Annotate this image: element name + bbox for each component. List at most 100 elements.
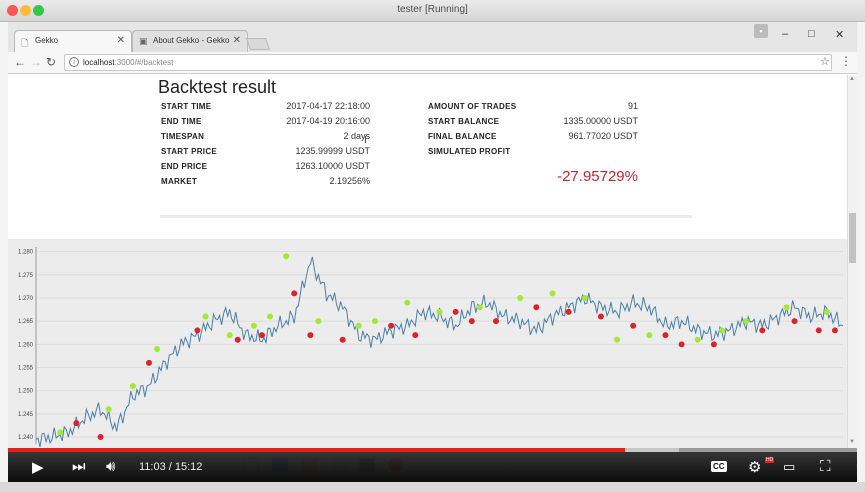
- y-tick-label: 1.270: [18, 296, 34, 302]
- menu-dots-icon[interactable]: ⋮: [840, 54, 852, 68]
- y-tick-label: 1.275: [18, 273, 34, 279]
- user-profile-icon[interactable]: ▪: [754, 24, 768, 38]
- sell-marker: [710, 341, 717, 348]
- scroll-up-icon[interactable]: ▲: [849, 76, 855, 82]
- maximize-icon[interactable]: □: [808, 28, 815, 40]
- theater-mode-icon[interactable]: ▭: [783, 459, 795, 475]
- sell-marker: [258, 332, 265, 339]
- stat-value: 1235.99999 USDT: [295, 146, 370, 156]
- y-tick-label: 1.245: [18, 412, 34, 418]
- gekko-favicon: ▣: [139, 36, 148, 46]
- play-icon[interactable]: ▶: [32, 458, 44, 476]
- close-tab-icon[interactable]: ✕: [117, 35, 125, 46]
- buy-marker: [743, 318, 750, 325]
- buy-marker: [404, 299, 411, 306]
- tab-strip: 🗋 Gekko ✕ ▣ About Gekko - Gekko ✕ ▪ – □ …: [8, 22, 857, 52]
- sell-marker: [597, 313, 604, 320]
- next-icon[interactable]: ⏭: [72, 458, 86, 475]
- backtest-result-panel: Backtest result START TIME 2017-04-17 22:…: [8, 75, 847, 239]
- volume-icon[interactable]: 🔊︎: [106, 458, 115, 475]
- sell-marker: [678, 341, 685, 348]
- sell-marker: [73, 420, 80, 427]
- captions-button[interactable]: CC: [711, 461, 727, 472]
- sell-marker: [194, 327, 201, 334]
- fullscreen-icon[interactable]: ⛶: [820, 458, 831, 475]
- price-chart-area: 1.280 1.275 1.270 1.265 1.260 1.255 1.250 1.245…: [8, 239, 847, 450]
- stat-value: 2017-04-19 20:16:00: [286, 116, 370, 126]
- url-host: localhost: [83, 58, 115, 67]
- reload-icon[interactable]: ↻: [46, 55, 56, 69]
- buy-marker: [105, 406, 112, 413]
- buy-marker: [718, 327, 725, 334]
- new-tab-button[interactable]: [245, 38, 271, 50]
- buy-marker: [694, 336, 701, 343]
- vm-title: tester [Running]: [397, 4, 468, 15]
- buy-marker: [436, 308, 443, 315]
- scroll-down-icon[interactable]: ▼: [849, 439, 855, 445]
- screen: tester [Running] 🗋 Gekko ✕ ▣ About Gekko…: [0, 0, 865, 492]
- buy-marker: [517, 294, 524, 301]
- browser-toolbar: ← → ↻ i localhost:3000/#/backtest ☆ ⋮: [8, 52, 857, 74]
- sell-marker: [291, 290, 298, 297]
- sell-marker: [815, 327, 822, 334]
- stat-value: 1335.00000 USDT: [563, 116, 638, 126]
- buy-marker: [202, 313, 209, 320]
- buy-marker: [226, 332, 233, 339]
- buy-marker: [581, 294, 588, 301]
- stat-value: 1263.10000 USDT: [295, 161, 370, 171]
- scroll-thumb[interactable]: [849, 213, 856, 263]
- stat-label: TIMESPAN: [161, 132, 205, 141]
- buy-marker: [823, 308, 830, 315]
- price-chart: 1.280 1.275 1.270 1.265 1.260 1.255 1.250 1.245…: [18, 247, 844, 448]
- stat-label: END PRICE: [161, 162, 208, 171]
- y-tick-label: 1.260: [18, 342, 34, 348]
- stat-value: 2017-04-17 22:18:00: [286, 101, 370, 111]
- forward-arrow-icon[interactable]: →: [30, 55, 42, 69]
- stat-label: START TIME: [161, 102, 212, 111]
- video-time: 11:03 / 15:12: [139, 461, 203, 473]
- stat-label: START BALANCE: [428, 117, 500, 126]
- page-title: Backtest result: [158, 77, 277, 97]
- close-tab-icon[interactable]: ✕: [233, 35, 241, 46]
- divider: [160, 215, 692, 218]
- page-content: Backtest result START TIME 2017-04-17 22:…: [8, 75, 857, 450]
- sell-marker: [234, 336, 241, 343]
- sell-marker: [662, 332, 669, 339]
- sell-marker: [97, 434, 104, 441]
- page-icon: 🗋: [21, 38, 29, 48]
- bookmark-star-icon[interactable]: ☆: [820, 55, 830, 68]
- buy-marker: [315, 318, 322, 325]
- info-icon[interactable]: i: [69, 57, 79, 67]
- stat-value: 2.19256%: [329, 176, 370, 186]
- settings-gear-icon[interactable]: ⚙: [748, 458, 761, 476]
- y-tick-label: 1.255: [18, 366, 34, 372]
- buy-marker: [250, 322, 257, 329]
- back-arrow-icon[interactable]: ←: [14, 55, 26, 69]
- page-scrollbar[interactable]: ▲ ▼: [847, 75, 857, 450]
- tab-about-gekko[interactable]: ▣ About Gekko - Gekko ✕: [132, 30, 248, 52]
- tab-gekko[interactable]: 🗋 Gekko ✕: [14, 30, 132, 52]
- vm-titlebar: tester [Running]: [0, 0, 865, 22]
- video-controls: ▶ ⏭ 🔊︎ 11:03 / 15:12 CC ⚙ HD ▭ ⛶: [8, 452, 857, 482]
- stat-label: START PRICE: [161, 147, 218, 156]
- buy-marker: [783, 304, 790, 311]
- buy-marker: [614, 336, 621, 343]
- minimize-icon[interactable]: –: [782, 28, 788, 40]
- buy-marker: [267, 313, 274, 320]
- buy-marker: [355, 322, 362, 329]
- close-icon[interactable]: ✕: [835, 28, 844, 41]
- sell-marker: [831, 327, 838, 334]
- buy-marker: [371, 318, 378, 325]
- tab-label: About Gekko - Gekko: [153, 36, 230, 45]
- stat-value: 91: [627, 101, 638, 111]
- sell-marker: [565, 308, 572, 315]
- buy-marker: [549, 290, 556, 297]
- address-bar[interactable]: i localhost:3000/#/backtest: [64, 54, 832, 71]
- stat-label: MARKET: [161, 177, 198, 186]
- sell-marker: [759, 327, 766, 334]
- stat-value: 2 days: [343, 131, 370, 141]
- browser-window: 🗋 Gekko ✕ ▣ About Gekko - Gekko ✕ ▪ – □ …: [8, 22, 857, 450]
- sell-marker: [468, 318, 475, 325]
- sell-marker: [388, 322, 395, 329]
- y-tick-label: 1.240: [18, 435, 34, 441]
